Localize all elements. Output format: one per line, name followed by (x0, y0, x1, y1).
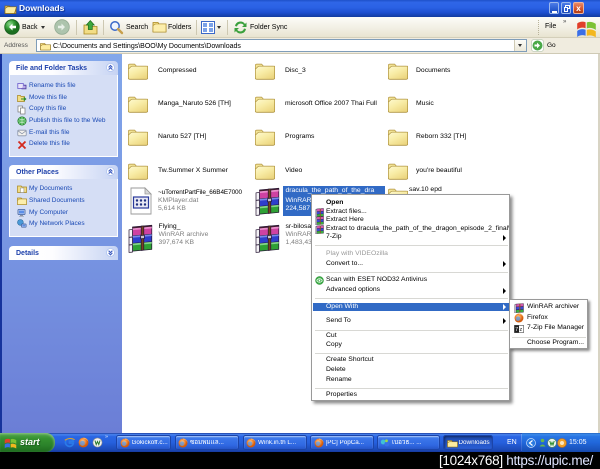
svg-text:z: z (519, 327, 522, 333)
svg-text:7: 7 (515, 327, 518, 333)
